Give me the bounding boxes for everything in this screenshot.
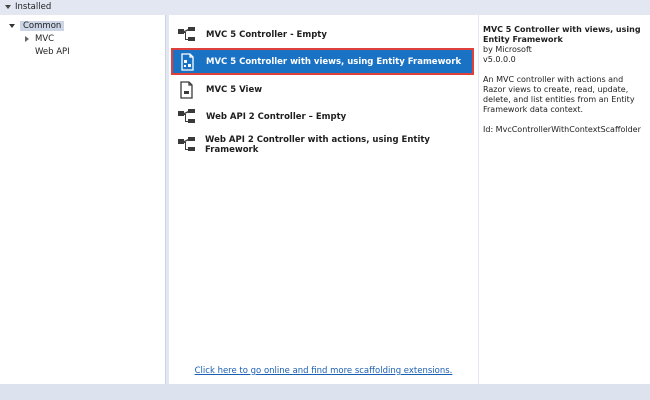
details-version: v5.0.0.0 [483, 55, 516, 64]
list-item[interactable]: Web API 2 Controller – Empty [171, 103, 474, 130]
details-panel: MVC 5 Controller with views, using Entit… [479, 15, 650, 384]
tree-item-mvc[interactable]: MVC [24, 33, 54, 45]
controller-icon [176, 25, 198, 45]
details-author: by Microsoft [483, 45, 532, 54]
list-item[interactable]: MVC 5 Controller with views, using Entit… [171, 48, 474, 75]
collapsed-arrow-icon[interactable] [24, 36, 30, 42]
list-item[interactable]: Web API 2 Controller with actions, using… [171, 131, 474, 158]
scaffold-template-list: MVC 5 Controller - Empty MVC 5 Controlle… [169, 15, 478, 384]
controller-views-icon [176, 52, 198, 72]
expanded-arrow-icon[interactable] [9, 23, 15, 29]
installed-label: Installed [15, 2, 52, 12]
tree-item-label: Common [20, 21, 65, 31]
footer-bar [0, 384, 650, 400]
details-id: Id: MvcControllerWithContextScaffolder [483, 125, 641, 134]
installed-header[interactable]: Installed [0, 0, 650, 14]
template-label: MVC 5 View [206, 84, 263, 95]
view-file-icon [176, 80, 198, 100]
list-item[interactable]: MVC 5 Controller - Empty [171, 21, 474, 48]
list-item[interactable]: MVC 5 View [171, 76, 474, 103]
template-label: Web API 2 Controller – Empty [206, 111, 347, 122]
template-label: Web API 2 Controller with actions, using… [205, 134, 430, 155]
tree-item-common[interactable]: Common [9, 20, 65, 32]
template-label: MVC 5 Controller - Empty [206, 29, 327, 40]
tree-item-label: Web API [35, 47, 70, 57]
details-title: MVC 5 Controller with views, using Entit… [483, 25, 641, 44]
collapse-arrow-icon[interactable] [5, 5, 11, 9]
controller-icon [176, 107, 198, 127]
tree-item-web-api[interactable]: Web API [35, 46, 70, 58]
controller-icon [176, 135, 197, 155]
online-scaffolding-link[interactable]: Click here to go online and find more sc… [169, 366, 478, 376]
details-description: An MVC controller with actions and Razor… [483, 75, 635, 114]
template-label: MVC 5 Controller with views, using Entit… [206, 56, 462, 67]
tree-item-label: MVC [35, 34, 55, 44]
category-tree: Common MVC Web API [0, 15, 166, 384]
